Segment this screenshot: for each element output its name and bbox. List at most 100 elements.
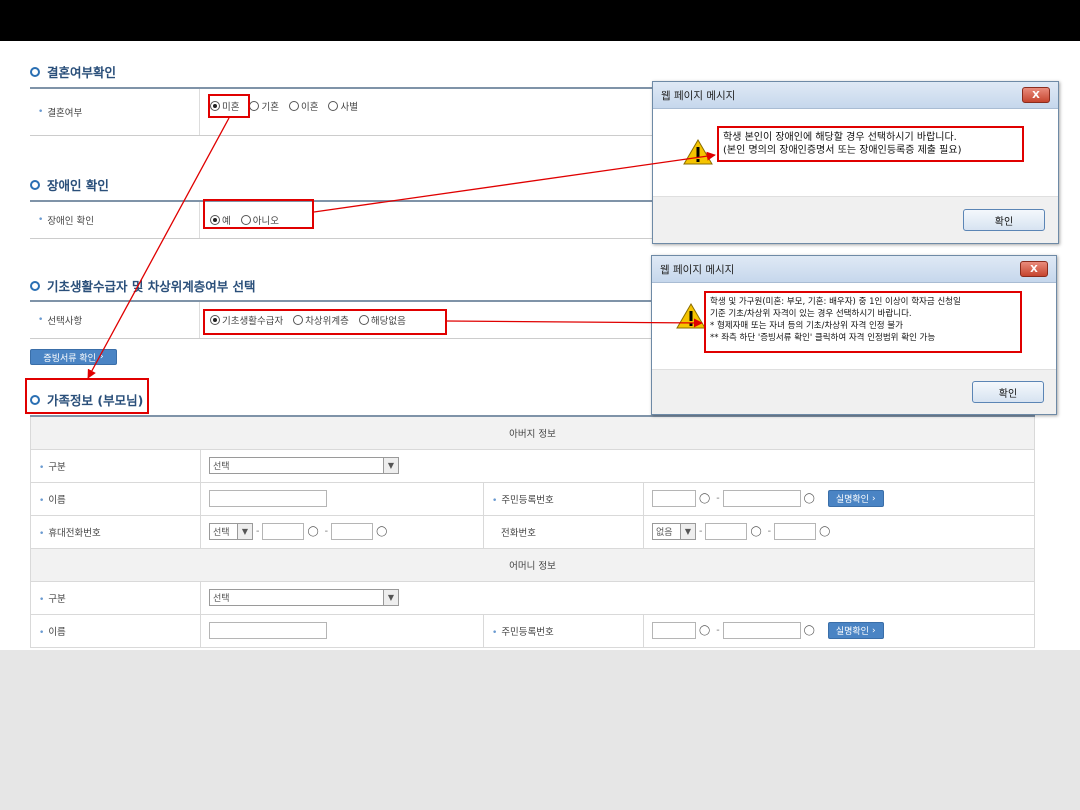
bullet-icon [30, 66, 40, 77]
rrn-cell: ◯ - ◯ 실명확인 › [643, 613, 1035, 648]
dialog-message: 학생 및 가구원(미혼: 부모, 기혼: 배우자) 중 1인 이상이 학자금 신… [704, 291, 1022, 353]
required-icon: • [39, 495, 45, 506]
mother-rrn-front-input[interactable] [652, 622, 696, 639]
category-label: • 구분 [30, 580, 201, 615]
radio-label: 아니오 [252, 216, 279, 227]
dialog-message-line: (본인 명의의 장애인증명서 또는 장애인등록증 제출 필요) [723, 145, 962, 156]
radio-married[interactable]: 기혼 [249, 99, 279, 113]
radio-dot[interactable] [210, 315, 220, 325]
mouse-icon[interactable]: ◯ [307, 526, 318, 537]
chevron-right-icon: › [871, 493, 876, 504]
radio-dot[interactable] [240, 215, 251, 225]
radio-not-applicable[interactable]: 해당없음 [358, 313, 406, 327]
section-title-text: 결혼여부확인 [47, 65, 117, 80]
dash-separator: - [767, 526, 772, 537]
category-cell: 선택 ▼ [200, 448, 1035, 483]
radio-dot[interactable] [288, 101, 299, 111]
mouse-icon[interactable]: ◯ [804, 493, 815, 504]
mouse-icon[interactable]: ◯ [819, 526, 830, 537]
web-page-message-dialog-welfare: 웹 페이지 메시지 X 학생 및 가구원(미혼: 부모, 기혼: 배우자) 중 … [651, 255, 1057, 415]
required-icon: • [492, 627, 498, 638]
mouse-icon[interactable]: ◯ [699, 493, 710, 504]
radio-basic-recipient[interactable]: 기초생활수급자 [210, 313, 283, 327]
radio-near-poverty[interactable]: 차상위계층 [293, 313, 349, 327]
chevron-down-icon: ▼ [237, 524, 252, 539]
radio-dot[interactable] [328, 101, 339, 111]
dash-separator: - [256, 526, 260, 537]
mother-name-input[interactable] [209, 622, 327, 639]
radio-divorced[interactable]: 이혼 [288, 99, 319, 113]
mother-category-row: • 구분 선택 ▼ [30, 580, 1035, 615]
top-bar [0, 0, 1080, 41]
close-icon[interactable]: X [1022, 87, 1050, 103]
radio-dot[interactable] [293, 315, 304, 325]
mother-category-select[interactable]: 선택 ▼ [209, 589, 399, 606]
father-phone-prefix-select[interactable]: 없음 ▼ [652, 523, 696, 540]
dialog-title-bar: 웹 페이지 메시지 X [653, 82, 1058, 109]
section-title-text: 가족정보 (부모님) [47, 393, 144, 408]
category-label-text: 구분 [48, 593, 66, 605]
dash-separator: - [324, 526, 329, 537]
father-mobile-last-input[interactable] [331, 523, 374, 540]
radio-label: 기혼 [261, 102, 279, 113]
dialog-title: 웹 페이지 메시지 [661, 89, 736, 102]
name-cell [200, 481, 484, 516]
mouse-icon[interactable]: ◯ [804, 625, 815, 636]
father-category-select[interactable]: 선택 ▼ [209, 457, 399, 474]
radio-dot[interactable] [249, 101, 260, 111]
section-title-text: 기초생활수급자 및 차상위계층여부 선택 [47, 279, 256, 294]
required-icon: • [38, 315, 44, 325]
chevron-down-icon: ▼ [680, 524, 695, 539]
mother-header: 어머니 정보 [30, 547, 1035, 582]
dialog-footer: 확인 [652, 369, 1056, 414]
category-label-text: 구분 [48, 461, 66, 473]
mobile-cell: 선택 ▼ - ◯ - ◯ [200, 514, 484, 549]
rrn-cell: ◯ - ◯ 실명확인 › [643, 481, 1035, 516]
father-phone-mid-input[interactable] [705, 523, 748, 540]
dash-separator: - [699, 526, 703, 537]
father-mobile-prefix-select[interactable]: 선택 ▼ [209, 523, 253, 540]
radio-dot[interactable] [210, 101, 220, 111]
section-title-text: 장애인 확인 [47, 178, 109, 193]
bullet-icon [30, 179, 40, 190]
radio-dot[interactable] [358, 315, 369, 325]
slide-bottom-area [0, 650, 1080, 810]
chevron-down-icon: ▼ [383, 590, 398, 605]
name-cell [200, 613, 484, 648]
section-title-welfare: 기초생활수급자 및 차상위계층여부 선택 [30, 276, 256, 295]
name-label: • 이름 [30, 481, 201, 516]
verify-button-label: 실명확인 [835, 627, 869, 637]
radio-no[interactable]: 아니오 [240, 213, 279, 227]
father-verify-button[interactable]: 실명확인 › [827, 490, 884, 507]
proof-button-label: 증빙서류 확인 [43, 353, 96, 364]
warning-icon [683, 139, 713, 165]
father-name-input[interactable] [209, 490, 327, 507]
mother-verify-button[interactable]: 실명확인 › [827, 622, 884, 639]
radio-bereaved[interactable]: 사별 [328, 99, 358, 113]
father-phone-last-input[interactable] [774, 523, 817, 540]
dialog-ok-button[interactable]: 확인 [972, 381, 1044, 403]
required-icon: • [492, 495, 498, 506]
radio-yes[interactable]: 예 [210, 213, 231, 227]
mouse-icon[interactable]: ◯ [699, 625, 710, 636]
close-icon[interactable]: X [1020, 261, 1048, 277]
father-rrn-front-input[interactable] [652, 490, 696, 507]
mobile-label-text: 휴대전화번호 [48, 527, 101, 539]
rrn-label: • 주민등록번호 [483, 481, 644, 516]
select-value: 없음 [656, 528, 673, 538]
mother-rrn-back-input[interactable] [722, 622, 801, 639]
mouse-icon[interactable]: ◯ [750, 526, 761, 537]
radio-single[interactable]: 미혼 [210, 99, 239, 113]
father-rrn-back-input[interactable] [722, 490, 801, 507]
father-mobile-mid-input[interactable] [262, 523, 305, 540]
radio-label: 이혼 [300, 102, 319, 113]
mouse-icon[interactable]: ◯ [376, 526, 387, 537]
radio-dot[interactable] [210, 215, 220, 225]
page-content: 결혼여부확인 • 결혼여부 미혼 기혼 이혼 사별 장애인 확인 • 장애인 확인 … [0, 41, 1080, 650]
dash-separator: - [716, 625, 720, 636]
dialog-ok-button[interactable]: 확인 [963, 209, 1045, 231]
proof-documents-button[interactable]: 증빙서류 확인 › [30, 349, 117, 365]
dialog-message-line: ** 좌측 하단 '증빙서류 확인' 클릭하여 자격 인정범위 확인 가능 [710, 333, 936, 343]
dialog-message-line: 학생 본인이 장애인에 해당할 경우 선택하시기 바랍니다. [723, 132, 957, 143]
select-value: 선택 [213, 462, 230, 472]
